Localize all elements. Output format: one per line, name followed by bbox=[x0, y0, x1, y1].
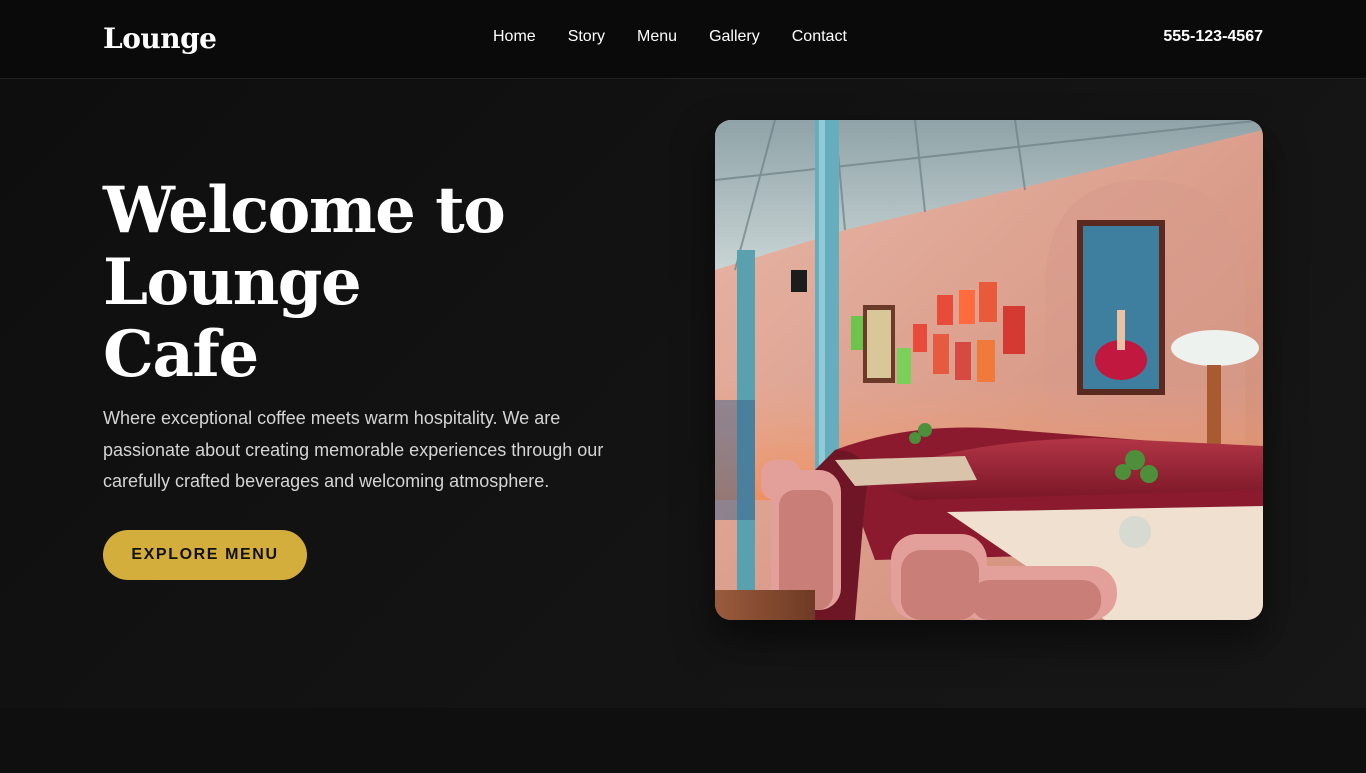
nav-link-contact[interactable]: Contact bbox=[792, 28, 847, 46]
next-section bbox=[0, 708, 1366, 773]
explore-menu-button[interactable]: EXPLORE MENU bbox=[103, 530, 307, 580]
hero-section: Welcome to Lounge Cafe Where exceptional… bbox=[0, 79, 1366, 708]
hero-title-line-1: Welcome to bbox=[103, 173, 506, 248]
nav-link-story[interactable]: Story bbox=[568, 28, 605, 46]
site-header: Lounge Home Story Menu Gallery Contact 5… bbox=[0, 0, 1366, 79]
main-nav: Home Story Menu Gallery Contact bbox=[493, 28, 847, 46]
nav-link-gallery[interactable]: Gallery bbox=[709, 28, 760, 46]
hero-title-line-3: Cafe bbox=[103, 317, 259, 392]
hero-title: Welcome to Lounge Cafe bbox=[103, 175, 563, 391]
phone-number-link[interactable]: 555-123-4567 bbox=[1163, 28, 1263, 46]
nav-link-home[interactable]: Home bbox=[493, 28, 536, 46]
hero-title-line-2: Lounge bbox=[103, 245, 362, 320]
hero-description: Where exceptional coffee meets warm hosp… bbox=[103, 408, 604, 491]
nav-link-menu[interactable]: Menu bbox=[637, 28, 677, 46]
site-logo[interactable]: Lounge bbox=[103, 22, 217, 55]
cafe-interior-image bbox=[715, 120, 1263, 620]
